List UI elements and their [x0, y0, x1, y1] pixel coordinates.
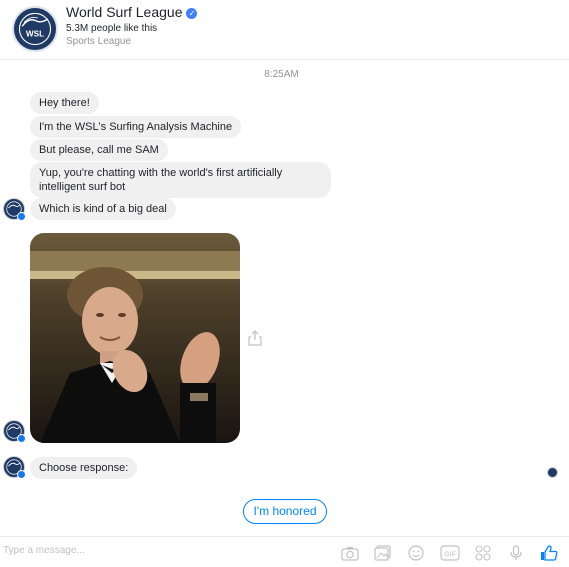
message-bubble: But please, call me SAM [30, 139, 168, 161]
message-input[interactable] [3, 545, 303, 556]
emoji-icon[interactable] [407, 545, 425, 561]
message-bubble: Which is kind of a big deal [30, 198, 176, 220]
microphone-icon[interactable] [507, 545, 525, 561]
messenger-badge-icon [17, 470, 26, 479]
svg-text:GIF: GIF [444, 552, 456, 559]
messenger-badge-icon [17, 212, 26, 221]
message-composer: GIF [0, 536, 569, 567]
photo-icon[interactable] [374, 545, 392, 561]
page-category: Sports League [66, 36, 132, 47]
svg-text:WSL: WSL [26, 29, 44, 38]
verified-badge-icon: ✓ [186, 8, 198, 19]
seen-indicator-avatar [547, 467, 558, 478]
page-likes: 5.3M people like this [66, 23, 158, 34]
sender-avatar[interactable] [3, 420, 26, 443]
message-bubble: Hey there! [30, 92, 99, 114]
sender-avatar[interactable] [3, 456, 26, 479]
messenger-badge-icon [17, 434, 26, 443]
thumbs-up-icon[interactable] [540, 545, 558, 561]
stickers-icon[interactable] [474, 545, 492, 561]
quick-reply-button[interactable]: I'm honored [243, 499, 327, 524]
page-logo[interactable]: WSL [12, 6, 58, 52]
conversation-header: WSL World Surf League ✓ 5.3M people like … [0, 0, 569, 60]
sender-avatar[interactable] [3, 198, 26, 221]
page-name-text[interactable]: World Surf League [66, 4, 182, 20]
message-timestamp: 8:25AM [264, 69, 299, 80]
message-bubble: Choose response: [30, 457, 138, 479]
page-title[interactable]: World Surf League ✓ [66, 4, 198, 20]
share-icon[interactable] [248, 330, 262, 346]
message-bubble: Yup, you're chatting with the world's fi… [30, 162, 331, 198]
message-bubble: I'm the WSL's Surfing Analysis Machine [30, 116, 242, 138]
camera-icon[interactable] [341, 545, 359, 561]
gif-icon[interactable]: GIF [440, 545, 460, 561]
gif-attachment[interactable] [30, 233, 240, 443]
